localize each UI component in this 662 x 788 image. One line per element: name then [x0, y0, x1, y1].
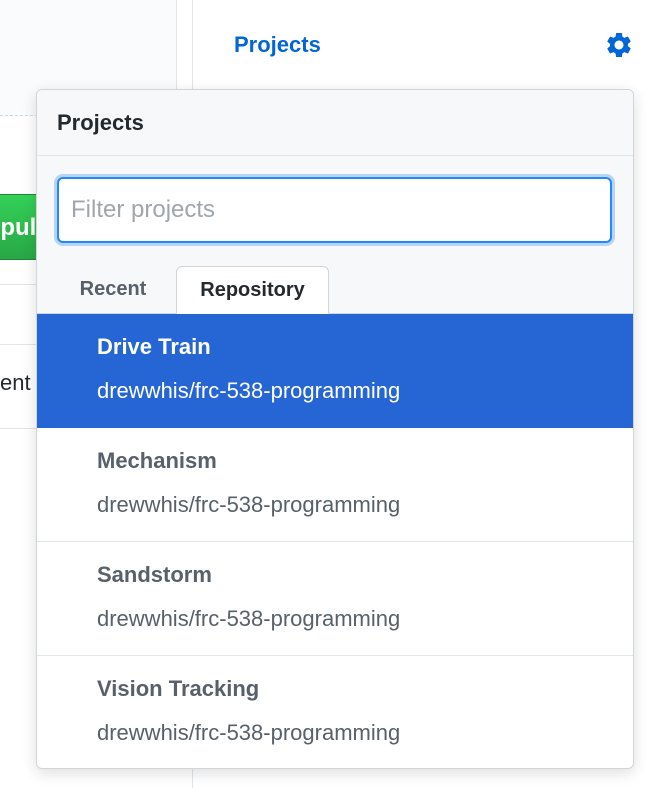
tab-recent[interactable]: Recent [57, 266, 169, 314]
project-tabs: Recent Repository [37, 256, 633, 314]
project-item-vision-tracking[interactable]: Vision Tracking drewwhis/frc-538-program… [37, 656, 633, 768]
background-divider-line [0, 284, 40, 285]
popover-title: Projects [37, 90, 633, 156]
project-list: Drive Train drewwhis/frc-538-programming… [37, 314, 633, 768]
project-item-name: Drive Train [97, 334, 211, 359]
background-divider-line [0, 428, 40, 429]
sidebar-projects-header: Projects [234, 30, 634, 62]
project-item-mechanism[interactable]: Mechanism drewwhis/frc-538-programming [37, 428, 633, 542]
project-item-repo: drewwhis/frc-538-programming [97, 378, 401, 403]
project-item-sandstorm[interactable]: Sandstorm drewwhis/frc-538-programming [37, 542, 633, 656]
project-item-repo: drewwhis/frc-538-programming [97, 720, 401, 745]
project-item-name: Mechanism [97, 448, 217, 473]
background-text: ent [0, 370, 31, 395]
page: pull ent Projects Projects Recent Reposi… [0, 0, 662, 788]
project-item-name: Sandstorm [97, 562, 212, 587]
filter-projects-input[interactable] [57, 177, 612, 243]
tab-repository[interactable]: Repository [176, 266, 329, 314]
gear-icon[interactable] [604, 30, 634, 60]
background-divider-line [0, 344, 40, 345]
project-item-repo: drewwhis/frc-538-programming [97, 606, 401, 631]
sidebar-projects-title[interactable]: Projects [234, 30, 321, 60]
project-item-drive-train[interactable]: Drive Train drewwhis/frc-538-programming [37, 314, 633, 428]
project-item-repo: drewwhis/frc-538-programming [97, 492, 401, 517]
projects-popover: Projects Recent Repository Drive Train d… [36, 89, 634, 769]
filter-area [37, 156, 633, 256]
project-item-name: Vision Tracking [97, 676, 260, 701]
